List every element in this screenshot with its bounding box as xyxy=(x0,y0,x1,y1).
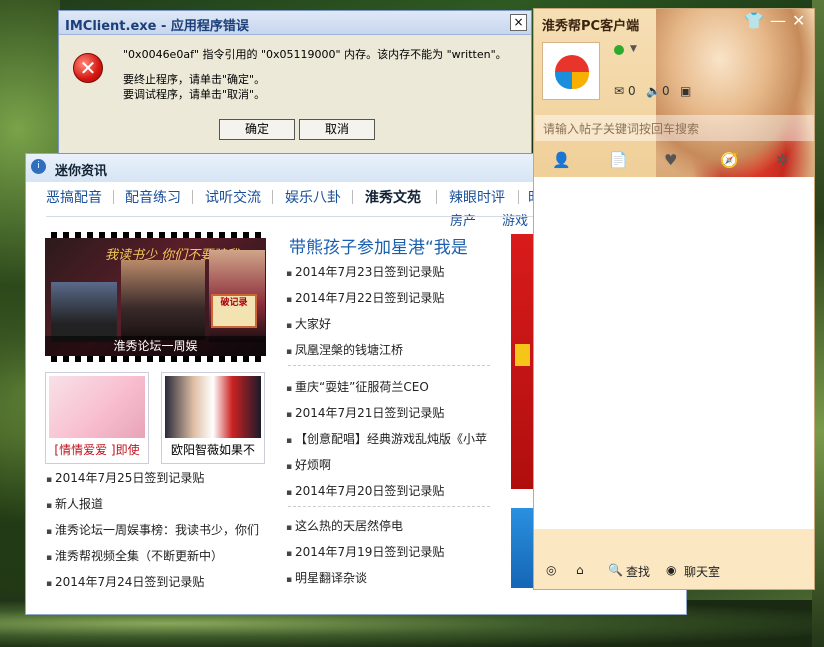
search-input[interactable]: 请输入帖子关键词按回车搜索 xyxy=(535,115,814,141)
skin-icon[interactable]: 👕 xyxy=(744,11,764,30)
search-icon[interactable]: 🔍 xyxy=(608,563,623,577)
chat-icon[interactable]: ◉ xyxy=(666,563,676,577)
tab-5[interactable]: 淮秀文苑 xyxy=(365,187,421,207)
list-item[interactable]: 2014年7月25日签到记录贴 xyxy=(46,466,259,492)
heart-icon[interactable]: ♥ xyxy=(664,151,677,169)
mail-icon[interactable]: ✉ xyxy=(614,84,624,98)
thumb1-caption: [情情爱爱 ]即使 xyxy=(54,443,140,457)
error-line1: "0x0046e0af" 指令引用的 "0x05119000" 内存。该内存不能… xyxy=(123,48,507,61)
close-icon[interactable]: ✕ xyxy=(792,11,805,30)
banner-caption: 淮秀论坛一周娱 xyxy=(45,336,266,356)
document-icon[interactable]: 📄 xyxy=(609,151,628,169)
close-icon[interactable]: × xyxy=(510,14,527,31)
minimize-icon[interactable]: — xyxy=(770,11,786,30)
news-title: 迷你资讯 xyxy=(55,164,108,179)
list-item[interactable]: 好烦啊 xyxy=(286,453,487,479)
user-icon[interactable]: 👤 xyxy=(552,151,571,169)
browser-icon[interactable]: 🧭 xyxy=(720,151,739,169)
online-status-icon[interactable] xyxy=(614,45,624,55)
client-footer: ◎ ⌂ 🔍 查找 ◉ 聊天室 xyxy=(534,529,814,589)
error-line3: 要调试程序，请单击"取消"。 xyxy=(123,88,266,101)
list-item[interactable]: 2014年7月20日签到记录贴 xyxy=(286,479,487,505)
logo-icon xyxy=(555,55,589,89)
mail-count: 0 xyxy=(628,84,636,98)
list-item[interactable]: 重庆“耍娃”征服荷兰CEO xyxy=(286,375,487,401)
tab-4[interactable]: 娱乐八卦 xyxy=(285,187,341,207)
list-item[interactable]: 凤凰涅槃的钱塘江桥 xyxy=(286,338,444,364)
tab-2[interactable]: 配音练习 xyxy=(125,187,181,207)
mid-list-1: 2014年7月23日签到记录贴 2014年7月22日签到记录贴 大家好 凤凰涅槃… xyxy=(286,260,444,364)
thumb-2[interactable]: 欧阳智薇如果不 xyxy=(161,372,265,464)
list-item[interactable]: 淮秀论坛一周娱事榜：我读书少，你们 xyxy=(46,518,259,544)
cancel-button[interactable]: 取消 xyxy=(299,119,375,140)
ok-button[interactable]: 确定 xyxy=(219,119,295,140)
error-icon: ✕ xyxy=(73,53,103,83)
thumb-1[interactable]: [情情爱爱 ]即使 xyxy=(45,372,149,464)
list-item[interactable]: 2014年7月23日签到记录贴 xyxy=(286,260,444,286)
divider xyxy=(46,216,551,217)
find-button[interactable]: 查找 xyxy=(626,563,650,580)
list-item[interactable]: 明星翻译杂谈 xyxy=(286,566,444,592)
search-placeholder: 请输入帖子关键词按回车搜索 xyxy=(543,122,700,136)
banner-image[interactable]: 我读书少 你们不要骗我 破记录 淮秀论坛一周娱 xyxy=(45,232,266,362)
voice-count: 0 xyxy=(662,84,670,98)
error-message: "0x0046e0af" 指令引用的 "0x05119000" 内存。该内存不能… xyxy=(123,47,507,102)
list-item[interactable]: 【创意配唱】经典游戏乱炖版《小苹 xyxy=(286,427,487,453)
globe-icon[interactable]: ◎ xyxy=(546,563,556,577)
error-dialog: IMClient.exe - 应用程序错误 × ✕ "0x0046e0af" 指… xyxy=(58,10,532,154)
tab-game[interactable]: 游戏 xyxy=(502,210,528,229)
list-item[interactable]: 2014年7月19日签到记录贴 xyxy=(286,540,444,566)
tab-3[interactable]: 试听交流 xyxy=(205,187,261,207)
error-title: IMClient.exe - 应用程序错误 xyxy=(65,19,249,34)
client-window: 淮秀帮PC客户端 👕 — ✕ ▼ ✉ 0 🔈 0 ▣ 请输入帖子关键词按回车搜索… xyxy=(533,8,815,590)
tab-1[interactable]: 恶搞配音 xyxy=(46,187,102,207)
avatar[interactable] xyxy=(542,42,600,100)
list-item[interactable]: 这么热的天居然停电 xyxy=(286,514,444,540)
banner-badge: 破记录 xyxy=(211,294,257,328)
mid-list-2: 重庆“耍娃”征服荷兰CEO 2014年7月21日签到记录贴 【创意配唱】经典游戏… xyxy=(286,375,487,505)
headline[interactable]: 带熊孩子参加星港“我是 xyxy=(289,233,468,258)
list-item[interactable]: 淮秀帮视频全集（不断更新中） xyxy=(46,544,259,570)
list-item[interactable]: 2014年7月24日签到记录贴 xyxy=(46,570,259,596)
settings-icon[interactable]: ✲ xyxy=(776,151,789,169)
news-logo-icon: i xyxy=(31,159,46,174)
client-header: 淮秀帮PC客户端 👕 — ✕ ▼ ✉ 0 🔈 0 ▣ 请输入帖子关键词按回车搜索… xyxy=(534,9,814,177)
list-item[interactable]: 大家好 xyxy=(286,312,444,338)
home-icon[interactable]: ⌂ xyxy=(576,563,584,577)
chatroom-button[interactable]: 聊天室 xyxy=(684,563,720,580)
error-titlebar: IMClient.exe - 应用程序错误 × xyxy=(59,11,531,35)
thumb2-caption: 欧阳智薇如果不 xyxy=(170,443,255,457)
mid-list-3: 这么热的天居然停电 2014年7月19日签到记录贴 明星翻译杂谈 xyxy=(286,514,444,592)
left-list: 2014年7月25日签到记录贴 新人报道 淮秀论坛一周娱事榜：我读书少，你们 淮… xyxy=(46,466,259,596)
speaker-icon[interactable]: 🔈 xyxy=(646,84,661,98)
error-line2: 要终止程序，请单击"确定"。 xyxy=(123,73,266,86)
list-item[interactable]: 新人报道 xyxy=(46,492,259,518)
tab-6[interactable]: 辣眼时评 xyxy=(449,187,505,207)
image-icon[interactable]: ▣ xyxy=(680,84,691,98)
list-item[interactable]: 2014年7月22日签到记录贴 xyxy=(286,286,444,312)
tab-house[interactable]: 房产 xyxy=(450,210,476,229)
list-item[interactable]: 2014年7月21日签到记录贴 xyxy=(286,401,487,427)
client-title: 淮秀帮PC客户端 xyxy=(542,19,640,34)
chevron-down-icon[interactable]: ▼ xyxy=(630,44,637,54)
